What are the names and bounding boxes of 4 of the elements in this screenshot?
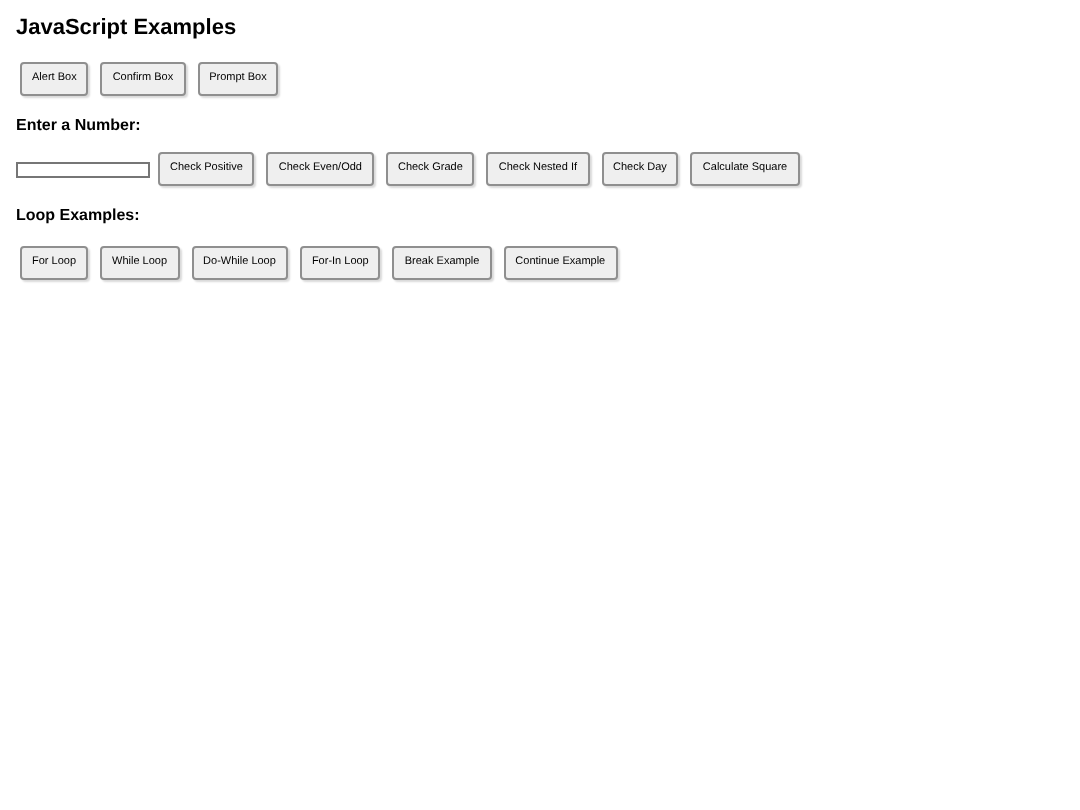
page-title: JavaScript Examples: [16, 14, 239, 42]
number-input[interactable]: [16, 161, 150, 177]
section-heading: Enter a Number:: [16, 116, 143, 136]
section-heading: Loop Examples:: [16, 206, 142, 226]
